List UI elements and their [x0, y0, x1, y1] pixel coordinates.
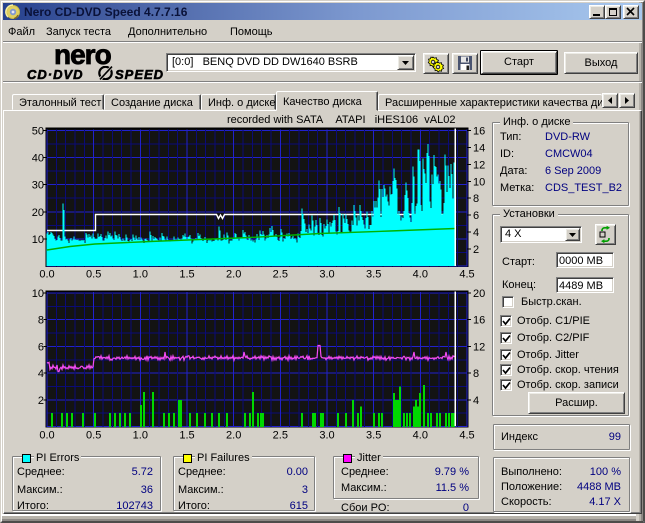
svg-text:3.0: 3.0 — [319, 430, 334, 442]
svg-text:12: 12 — [473, 159, 485, 171]
svg-text:4: 4 — [38, 368, 44, 380]
svg-text:4.5: 4.5 — [459, 430, 474, 442]
svg-text:10: 10 — [32, 234, 44, 246]
svg-text:3.5: 3.5 — [366, 269, 381, 281]
svg-text:16: 16 — [473, 315, 485, 327]
svg-text:2: 2 — [473, 244, 479, 256]
svg-text:4: 4 — [473, 395, 479, 407]
svg-text:1.5: 1.5 — [179, 269, 194, 281]
svg-text:30: 30 — [32, 180, 44, 192]
svg-text:10: 10 — [32, 288, 44, 300]
svg-text:6: 6 — [38, 341, 44, 353]
svg-text:4.0: 4.0 — [413, 430, 428, 442]
svg-text:1.5: 1.5 — [179, 430, 194, 442]
svg-text:20: 20 — [32, 207, 44, 219]
svg-text:16: 16 — [473, 126, 485, 138]
svg-text:50: 50 — [32, 126, 44, 138]
svg-text:1.0: 1.0 — [133, 269, 148, 281]
svg-text:4.0: 4.0 — [413, 269, 428, 281]
svg-text:4.5: 4.5 — [459, 269, 474, 281]
svg-text:4: 4 — [473, 227, 479, 239]
svg-text:10: 10 — [473, 176, 485, 188]
svg-text:2.0: 2.0 — [226, 269, 241, 281]
svg-text:8: 8 — [38, 315, 44, 327]
svg-text:3.5: 3.5 — [366, 430, 381, 442]
svg-text:2.5: 2.5 — [273, 430, 288, 442]
svg-text:0.0: 0.0 — [39, 269, 54, 281]
svg-text:0.5: 0.5 — [86, 430, 101, 442]
svg-text:2.0: 2.0 — [226, 430, 241, 442]
svg-text:20: 20 — [473, 288, 485, 300]
svg-text:14: 14 — [473, 142, 485, 154]
svg-text:6: 6 — [473, 210, 479, 222]
svg-text:2.5: 2.5 — [273, 269, 288, 281]
svg-text:0.0: 0.0 — [39, 430, 54, 442]
svg-text:40: 40 — [32, 153, 44, 165]
svg-text:8: 8 — [473, 368, 479, 380]
svg-text:3.0: 3.0 — [319, 269, 334, 281]
svg-text:1.0: 1.0 — [133, 430, 148, 442]
svg-text:8: 8 — [473, 193, 479, 205]
svg-text:2: 2 — [38, 395, 44, 407]
svg-text:12: 12 — [473, 341, 485, 353]
svg-text:0.5: 0.5 — [86, 269, 101, 281]
